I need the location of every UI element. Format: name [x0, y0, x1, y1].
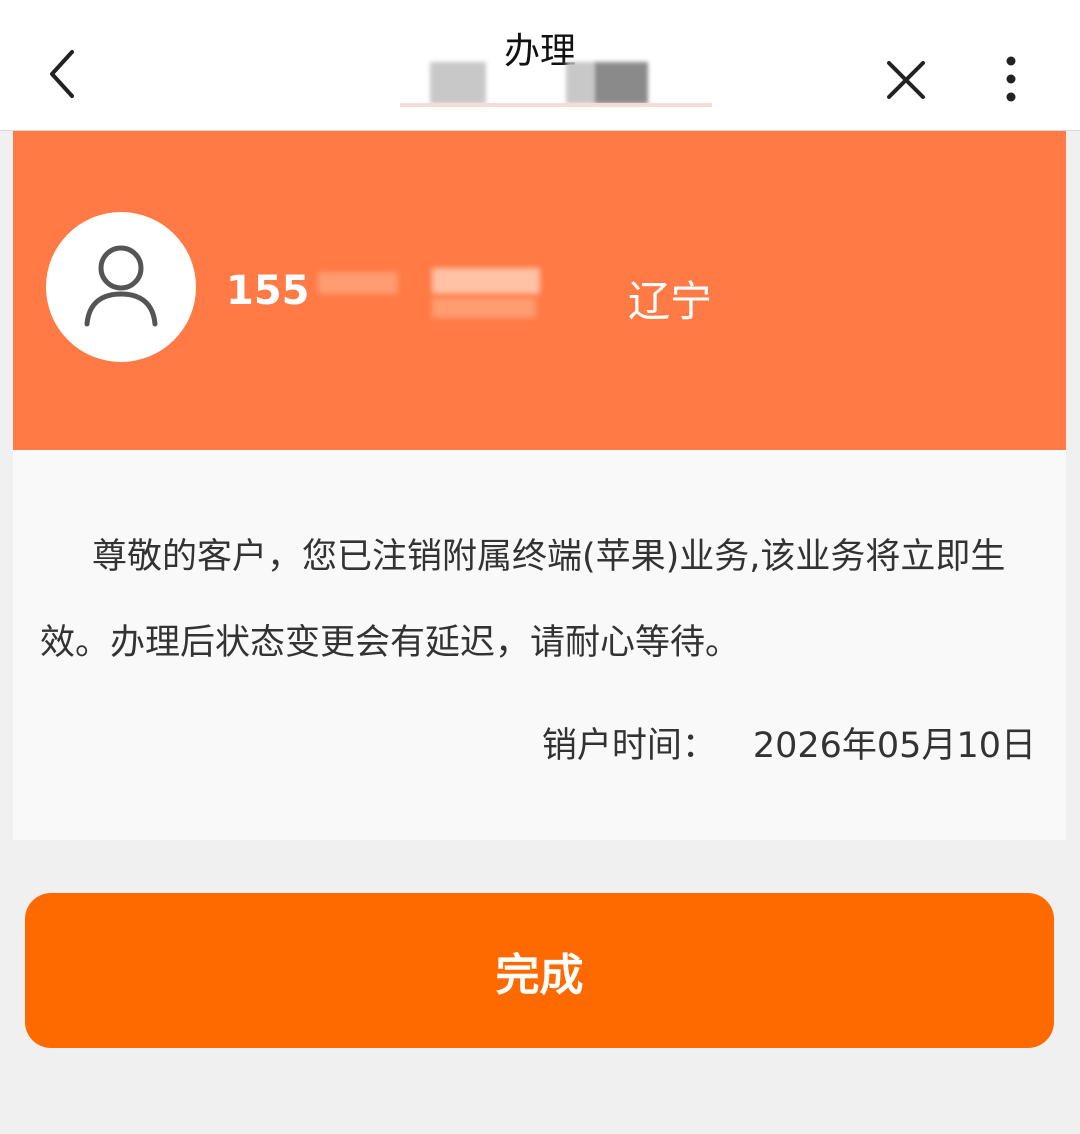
user-icon [84, 245, 158, 327]
subtitle-underline [400, 103, 712, 107]
cancellation-time-row: 销户时间： 2026年05月10日 [542, 717, 1036, 768]
close-button[interactable] [884, 58, 928, 102]
province-label: 辽宁 [628, 277, 713, 326]
redacted-subtitle [430, 62, 486, 104]
close-icon [887, 61, 925, 99]
redacted-subtitle [566, 62, 594, 104]
avatar [46, 212, 196, 362]
message-body: 尊敬的客户，您已注销附属终端(苹果)业务,该业务将立即生效。办理后状态变更会有延… [40, 537, 1006, 663]
redacted-phone-digits [318, 272, 398, 294]
done-button[interactable]: 完成 [25, 893, 1054, 1048]
more-vertical-icon [1006, 56, 1016, 102]
redacted-phone-digits [432, 268, 540, 294]
cancellation-time-label: 销户时间： [541, 726, 717, 766]
redacted-phone-digits [432, 298, 536, 318]
redacted-subtitle [594, 62, 648, 104]
phone-number-prefix: 155 [226, 268, 310, 314]
cancellation-time-value: 2026年05月10日 [752, 726, 1036, 766]
cancellation-message: 尊敬的客户，您已注销附属终端(苹果)业务,该业务将立即生效。办理后状态变更会有延… [40, 514, 1040, 686]
top-nav-bar: 办理 [0, 0, 1080, 131]
more-button[interactable] [996, 55, 1026, 105]
